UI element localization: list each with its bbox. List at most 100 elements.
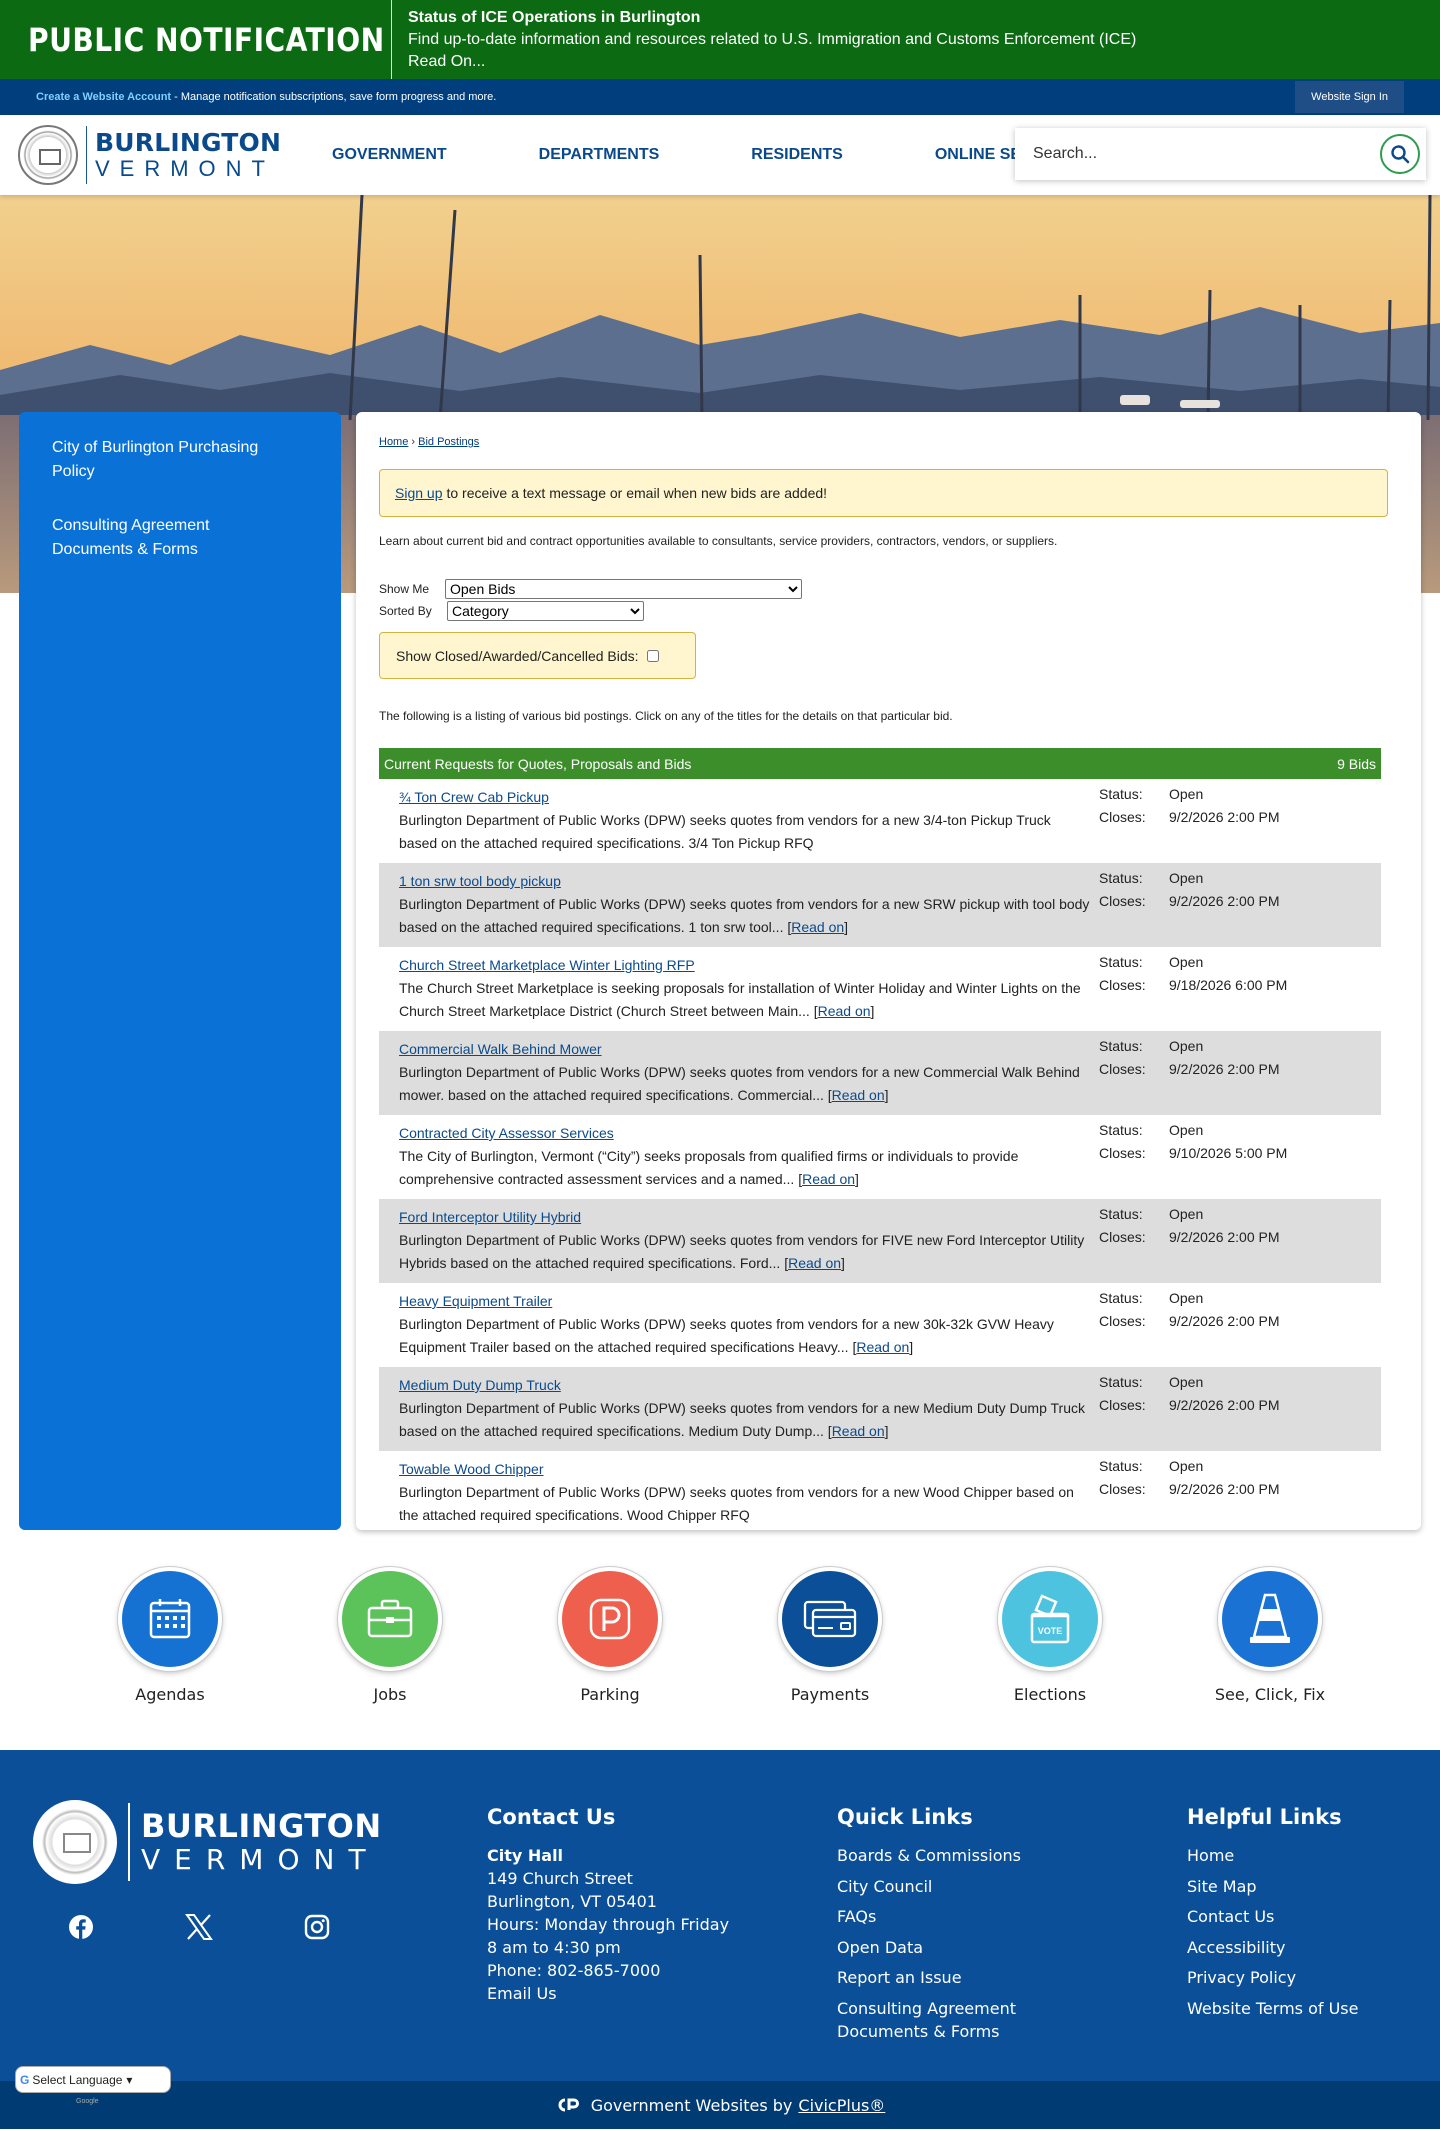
site-footer: BURLINGTON VERMONT Contact Us City Hall … bbox=[0, 1750, 1440, 2105]
footer-link[interactable]: City Council bbox=[837, 1875, 1047, 1898]
bid-description: Burlington Department of Public Works (D… bbox=[399, 1316, 1054, 1355]
bid-info: Contracted City Assessor Services The Cit… bbox=[379, 1122, 1092, 1191]
nav-government[interactable]: GOVERNMENT bbox=[332, 146, 447, 164]
bid-title-link[interactable]: Contracted City Assessor Services bbox=[399, 1125, 614, 1141]
elections-circle: VOTE bbox=[998, 1567, 1102, 1671]
credit-card-icon bbox=[803, 1600, 857, 1638]
footer-link[interactable]: Open Data bbox=[837, 1936, 1047, 1959]
footer-link[interactable]: Site Map bbox=[1187, 1875, 1358, 1898]
closes-value: 9/10/2026 5:00 PM bbox=[1169, 1145, 1288, 1161]
footer-link[interactable]: Contact Us bbox=[1187, 1905, 1358, 1928]
bid-row: Contracted City Assessor Services The Cit… bbox=[379, 1115, 1381, 1199]
footer-link[interactable]: Home bbox=[1187, 1844, 1358, 1867]
see-click-fix-circle bbox=[1218, 1567, 1322, 1671]
nav-residents[interactable]: RESIDENTS bbox=[751, 146, 843, 164]
quick-link-jobs[interactable]: Jobs bbox=[315, 1567, 465, 1704]
status-value: Open bbox=[1169, 954, 1204, 970]
bid-title-link[interactable]: Towable Wood Chipper bbox=[399, 1461, 544, 1477]
status-label: Status: bbox=[1099, 1038, 1143, 1054]
alert-content[interactable]: Status of ICE Operations in Burlington F… bbox=[392, 7, 1136, 73]
bid-description: The City of Burlington, Vermont (“City”)… bbox=[399, 1148, 1019, 1187]
sidebar-item-consulting-agreement[interactable]: Consulting Agreement Documents & Forms bbox=[52, 514, 292, 562]
quick-link-payments[interactable]: Payments bbox=[755, 1567, 905, 1704]
signup-link[interactable]: Sign up bbox=[395, 485, 442, 501]
civicplus-link[interactable]: CivicPlus® bbox=[798, 2096, 885, 2115]
instagram-icon[interactable] bbox=[298, 1908, 336, 1946]
footer-quick-links-column: Quick Links Boards & Commissions City Co… bbox=[837, 1806, 1047, 2050]
read-on-link[interactable]: Read on bbox=[818, 1003, 871, 1019]
quick-links-bar: Agendas Jobs Parking Payments VOTE Elect… bbox=[0, 1567, 1440, 1704]
footer-link[interactable]: Boards & Commissions bbox=[837, 1844, 1047, 1867]
footer-logo[interactable]: BURLINGTON VERMONT bbox=[33, 1800, 382, 1884]
nav-departments[interactable]: DEPARTMENTS bbox=[539, 146, 660, 164]
x-twitter-icon[interactable] bbox=[180, 1908, 218, 1946]
bid-rows: ¾ Ton Crew Cab Pickup Burlington Departme… bbox=[379, 779, 1381, 1535]
read-on-link[interactable]: Read on bbox=[791, 919, 844, 935]
logo-text: BURLINGTON VERMONT bbox=[95, 129, 281, 181]
bid-title-link[interactable]: Church Street Marketplace Winter Lightin… bbox=[399, 957, 695, 973]
bid-status-block: Status: Open Closes: 9/2/2026 2:00 PM bbox=[1092, 1458, 1319, 1527]
contact-line: 149 Church Street bbox=[487, 1869, 633, 1888]
language-select[interactable]: G Select Language ▾ Google bbox=[15, 2066, 171, 2105]
breadcrumb-separator: › bbox=[408, 436, 419, 448]
sidebar-item-purchasing-policy[interactable]: City of Burlington Purchasing Policy bbox=[52, 436, 292, 484]
quick-link-label: See, Click, Fix bbox=[1214, 1685, 1326, 1704]
bid-title-link[interactable]: ¾ Ton Crew Cab Pickup bbox=[399, 789, 549, 805]
bid-title-link[interactable]: Commercial Walk Behind Mower bbox=[399, 1041, 602, 1057]
sorted-by-select[interactable]: Category bbox=[447, 601, 644, 621]
bid-title-link[interactable]: Ford Interceptor Utility Hybrid bbox=[399, 1209, 581, 1225]
site-logo[interactable]: BURLINGTON VERMONT bbox=[0, 125, 300, 185]
parking-icon bbox=[589, 1598, 631, 1640]
read-on-link[interactable]: Read on bbox=[832, 1087, 885, 1103]
create-account-link[interactable]: Create a Website Account bbox=[36, 91, 171, 103]
facebook-icon[interactable] bbox=[62, 1908, 100, 1946]
logo-divider bbox=[86, 126, 87, 184]
breadcrumb-bid-postings[interactable]: Bid Postings bbox=[418, 436, 479, 448]
civicplus-logo-icon bbox=[558, 2098, 579, 2112]
read-on-link[interactable]: Read on bbox=[832, 1423, 885, 1439]
bid-row: ¾ Ton Crew Cab Pickup Burlington Departme… bbox=[379, 779, 1381, 863]
quick-link-parking[interactable]: Parking bbox=[535, 1567, 685, 1704]
bid-row: Ford Interceptor Utility Hybrid Burlingto… bbox=[379, 1199, 1381, 1283]
quick-link-agendas[interactable]: Agendas bbox=[95, 1567, 245, 1704]
footer-logo-line-1: BURLINGTON bbox=[141, 1807, 382, 1845]
bid-title-link[interactable]: Heavy Equipment Trailer bbox=[399, 1293, 552, 1309]
bid-info: Ford Interceptor Utility Hybrid Burlingto… bbox=[379, 1206, 1092, 1275]
bid-title-link[interactable]: Medium Duty Dump Truck bbox=[399, 1377, 561, 1393]
helpful-links-heading: Helpful Links bbox=[1187, 1805, 1342, 1829]
payments-circle bbox=[778, 1567, 882, 1671]
closes-label: Closes: bbox=[1099, 1145, 1146, 1161]
website-sign-in-button[interactable]: Website Sign In bbox=[1295, 81, 1404, 113]
search-button[interactable] bbox=[1380, 134, 1420, 174]
alert-read-on-link[interactable]: Read On... bbox=[408, 51, 1136, 73]
sidebar: City of Burlington Purchasing Policy Con… bbox=[19, 412, 341, 1530]
email-us-link[interactable]: Email Us bbox=[487, 1982, 729, 2005]
footer-link[interactable]: FAQs bbox=[837, 1905, 1047, 1928]
read-on-link[interactable]: Read on bbox=[788, 1255, 841, 1271]
content-area: City of Burlington Purchasing Policy Con… bbox=[0, 195, 1440, 1750]
read-on-link[interactable]: Read on bbox=[856, 1339, 909, 1355]
bid-title-link[interactable]: 1 ton srw tool body pickup bbox=[399, 873, 561, 889]
footer-link[interactable]: Report an Issue bbox=[837, 1966, 1047, 1989]
bid-info: Heavy Equipment Trailer Burlington Depart… bbox=[379, 1290, 1092, 1359]
powered-by-google: Google bbox=[76, 2098, 99, 2105]
signup-text: to receive a text message or email when … bbox=[446, 485, 828, 501]
public-notification-brand: PUBLIC NOTIFICATION bbox=[0, 0, 392, 79]
quick-link-see-click-fix[interactable]: See, Click, Fix bbox=[1195, 1567, 1345, 1704]
alert-title[interactable]: Status of ICE Operations in Burlington bbox=[408, 7, 1136, 29]
footer-link[interactable]: Website Terms of Use bbox=[1187, 1997, 1358, 2020]
show-closed-checkbox[interactable] bbox=[646, 649, 659, 662]
footer-link[interactable]: Consulting Agreement Documents & Forms bbox=[837, 1997, 1047, 2043]
search-input[interactable] bbox=[1033, 145, 1380, 163]
breadcrumb: Home › Bid Postings bbox=[379, 436, 1395, 448]
quick-link-elections[interactable]: VOTE Elections bbox=[975, 1567, 1125, 1704]
bid-description: Burlington Department of Public Works (D… bbox=[399, 1400, 1085, 1439]
quick-link-label: Payments bbox=[790, 1685, 870, 1704]
read-on-link[interactable]: Read on bbox=[802, 1171, 855, 1187]
footer-link[interactable]: Accessibility bbox=[1187, 1936, 1358, 1959]
show-me-select[interactable]: Open Bids bbox=[445, 579, 802, 599]
footer-link[interactable]: Privacy Policy bbox=[1187, 1966, 1358, 1989]
civicplus-bar: Government Websites by CivicPlus® bbox=[0, 2081, 1440, 2129]
show-closed-label: Show Closed/Awarded/Cancelled Bids: bbox=[396, 647, 639, 664]
breadcrumb-home[interactable]: Home bbox=[379, 436, 408, 448]
